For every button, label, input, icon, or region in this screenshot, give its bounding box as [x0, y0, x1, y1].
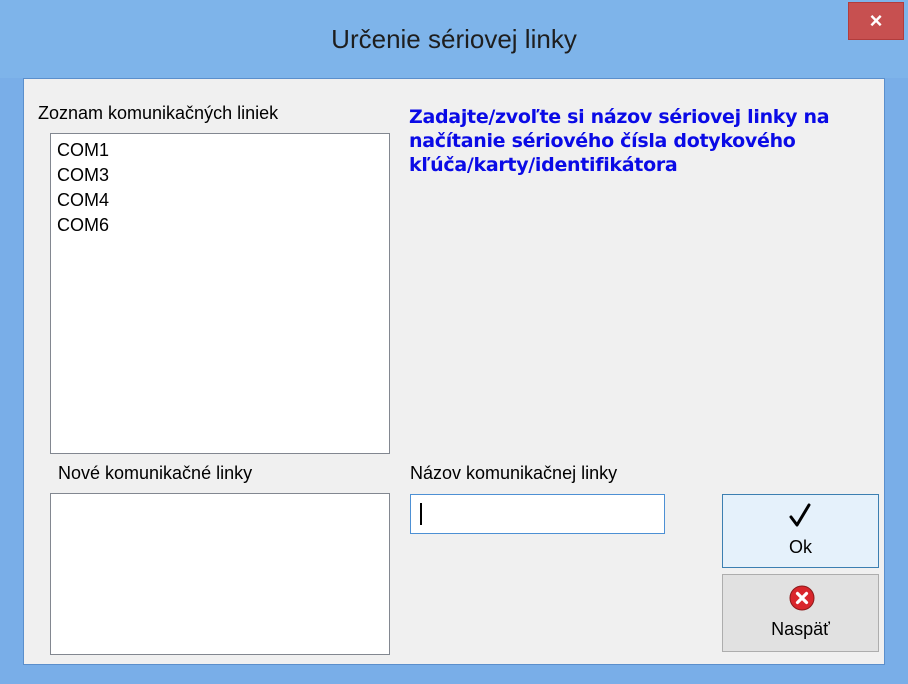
list-item-com3[interactable]: COM3	[51, 163, 389, 188]
new-ports-listbox[interactable]	[50, 493, 390, 655]
instruction-line-2: načítanie sériového čísla dotykového	[409, 130, 796, 152]
back-button[interactable]: Naspäť	[722, 574, 879, 652]
list-item-com6[interactable]: COM6	[51, 213, 389, 238]
dialog-window: Určenie sériovej linky × Zoznam komunika…	[0, 0, 908, 684]
list-item-com4[interactable]: COM4	[51, 188, 389, 213]
dialog-body: Zoznam komunikačných liniek COM1 COM3 CO…	[23, 78, 885, 665]
new-list-label: Nové komunikačné linky	[58, 463, 253, 483]
instruction-line-1: Zadajte/zvoľte si názov sériovej linky n…	[409, 106, 830, 128]
name-input[interactable]	[410, 494, 665, 534]
back-button-label: Naspäť	[771, 619, 830, 639]
window-title: Určenie sériovej linky	[331, 24, 577, 54]
close-button[interactable]: ×	[848, 2, 904, 40]
ports-list-label: Zoznam komunikačných liniek	[38, 103, 279, 123]
ok-button-label: Ok	[788, 537, 812, 557]
checkmark-icon	[789, 503, 811, 527]
ok-button[interactable]: Ok	[722, 494, 879, 568]
list-item-com1[interactable]: COM1	[51, 138, 389, 163]
error-x-icon	[789, 585, 815, 611]
instruction-line-3: kľúča/karty/identifikátora	[409, 154, 678, 176]
name-field-label: Názov komunikačnej linky	[410, 463, 618, 483]
close-icon: ×	[869, 8, 883, 33]
title-bar[interactable]: Určenie sériovej linky ×	[0, 0, 908, 78]
instruction-text: Zadajte/zvoľte si názov sériovej linky n…	[409, 105, 879, 177]
ports-listbox[interactable]: COM1 COM3 COM4 COM6	[50, 133, 390, 454]
text-caret	[420, 503, 422, 525]
